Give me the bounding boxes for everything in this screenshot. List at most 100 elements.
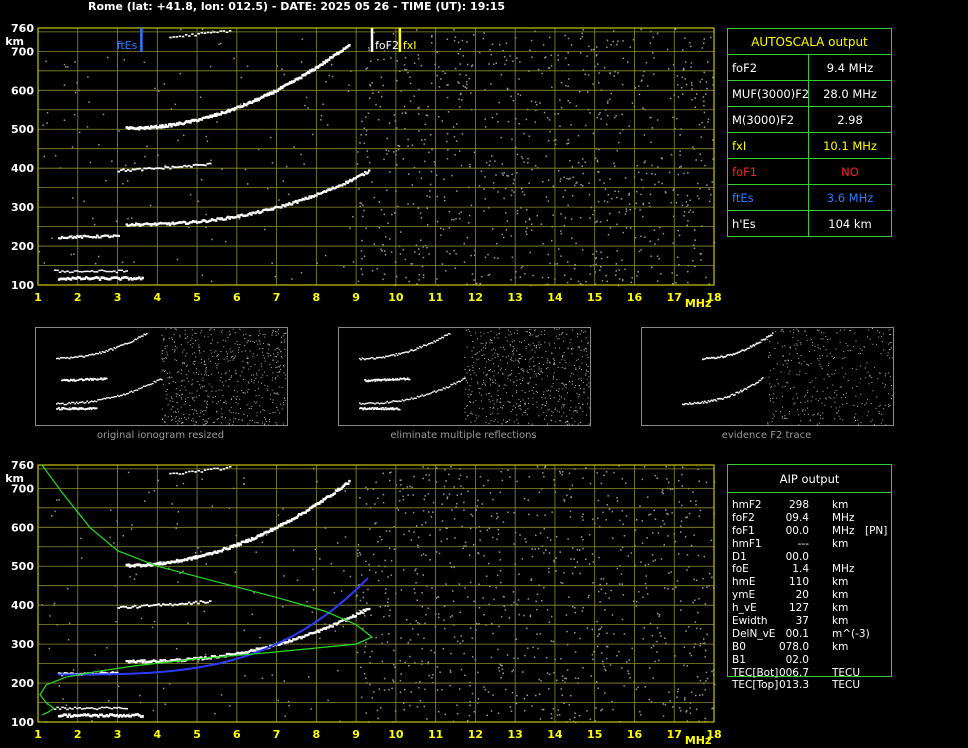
- noise-dot: [570, 44, 573, 46]
- noise-dot: [677, 553, 680, 555]
- thumb-dot: [516, 333, 518, 335]
- trace-dot: [61, 706, 64, 709]
- thumb-dot: [275, 367, 277, 369]
- noise-dot: [115, 220, 118, 223]
- thumb-dot: [586, 414, 587, 416]
- noise-dot: [498, 101, 500, 104]
- thumb-dot: [256, 415, 258, 417]
- noise-dot: [452, 126, 455, 128]
- thumb-dot: [478, 368, 480, 369]
- noise-dot: [271, 674, 273, 676]
- trace-dot: [368, 607, 371, 611]
- noise-dot: [58, 685, 60, 687]
- trace-dot: [66, 270, 69, 272]
- thumb-dot: [560, 334, 562, 336]
- noise-dot: [665, 192, 667, 194]
- noise-dot: [497, 528, 499, 531]
- x-tick-label: 3: [114, 728, 122, 741]
- thumb-trace-dot: [112, 349, 114, 351]
- thumb-dot: [225, 417, 227, 419]
- trace-dot: [180, 166, 184, 168]
- noise-dot: [644, 160, 646, 163]
- thumb-dot: [478, 387, 480, 389]
- noise-dot: [404, 68, 406, 71]
- noise-dot: [506, 220, 509, 222]
- noise-dot: [704, 717, 706, 720]
- noise-dot: [561, 582, 564, 584]
- noise-dot: [572, 547, 574, 549]
- x-tick-label: 8: [313, 728, 321, 741]
- thumb-dot: [204, 423, 206, 425]
- thumb-trace-dot: [374, 403, 376, 405]
- thumb-dot: [173, 334, 175, 336]
- x-tick-label: 14: [547, 728, 563, 741]
- thumb-dot: [487, 373, 489, 375]
- trace-dot: [219, 113, 222, 116]
- thumb-trace-dot: [387, 402, 390, 404]
- noise-dot: [460, 493, 462, 495]
- trace-dot: [172, 472, 175, 475]
- x-tick-label: 10: [388, 728, 404, 741]
- noise-dot: [384, 592, 387, 594]
- noise-dot: [611, 510, 614, 513]
- thumb-dot: [199, 384, 201, 386]
- thumb-trace-dot: [413, 397, 416, 399]
- aip-row-13: TEC[Bot] 006.7 TECU: [732, 667, 902, 680]
- thumb-dot: [237, 344, 239, 346]
- thumb-dot: [547, 367, 549, 369]
- thumb-dot: [534, 329, 536, 331]
- trace-dot: [171, 165, 174, 168]
- noise-dot: [558, 248, 560, 250]
- noise-dot: [356, 552, 359, 555]
- thumb-dot: [521, 367, 523, 369]
- noise-dot: [365, 560, 367, 563]
- trace-dot: [56, 706, 59, 709]
- thumb-dot: [528, 422, 530, 424]
- thumb-dot: [233, 396, 235, 398]
- thumb-dot: [274, 356, 276, 358]
- noise-dot: [542, 44, 545, 46]
- x-unit-label: MHz: [685, 297, 712, 310]
- thumb-dot: [510, 373, 512, 375]
- noise-dot: [483, 188, 485, 190]
- x-tick-label: 10: [388, 291, 404, 304]
- thumb-dot: [579, 367, 580, 369]
- noise-dot: [679, 710, 682, 712]
- noise-dot: [330, 562, 332, 565]
- noise-dot: [446, 497, 449, 500]
- thumb-dot: [563, 412, 565, 414]
- noise-dot: [364, 651, 366, 654]
- thumb-dot: [250, 340, 252, 342]
- thumb-dot: [498, 372, 499, 374]
- noise-dot: [409, 82, 412, 85]
- thumb-dot: [569, 409, 571, 411]
- noise-dot: [485, 575, 488, 577]
- noise-dot: [562, 679, 564, 682]
- noise-dot: [564, 274, 566, 276]
- noise-dot: [367, 588, 369, 591]
- thumb-dot: [174, 410, 176, 412]
- thumb-dot: [228, 330, 230, 332]
- noise-dot: [205, 213, 207, 216]
- thumb-dot: [221, 373, 223, 375]
- noise-dot: [365, 129, 368, 132]
- thumb-dot: [561, 415, 563, 417]
- noise-dot: [600, 578, 602, 580]
- y-tick-label: 500: [11, 560, 34, 573]
- noise-dot: [537, 68, 540, 71]
- noise-dot: [94, 262, 97, 265]
- noise-dot: [381, 570, 383, 572]
- thumb-trace-dot: [142, 385, 145, 387]
- noise-dot: [567, 51, 569, 54]
- noise-dot: [618, 278, 621, 280]
- thumb-dot: [485, 375, 487, 377]
- noise-dot: [587, 596, 590, 599]
- noise-dot: [537, 647, 539, 650]
- thumb-dot: [583, 349, 585, 350]
- thumb-dot: [507, 375, 509, 377]
- thumb-dot: [466, 380, 468, 382]
- noise-dot: [424, 521, 427, 524]
- noise-dot: [149, 204, 152, 207]
- trace-dot: [157, 167, 160, 170]
- thumb-dot: [268, 421, 270, 423]
